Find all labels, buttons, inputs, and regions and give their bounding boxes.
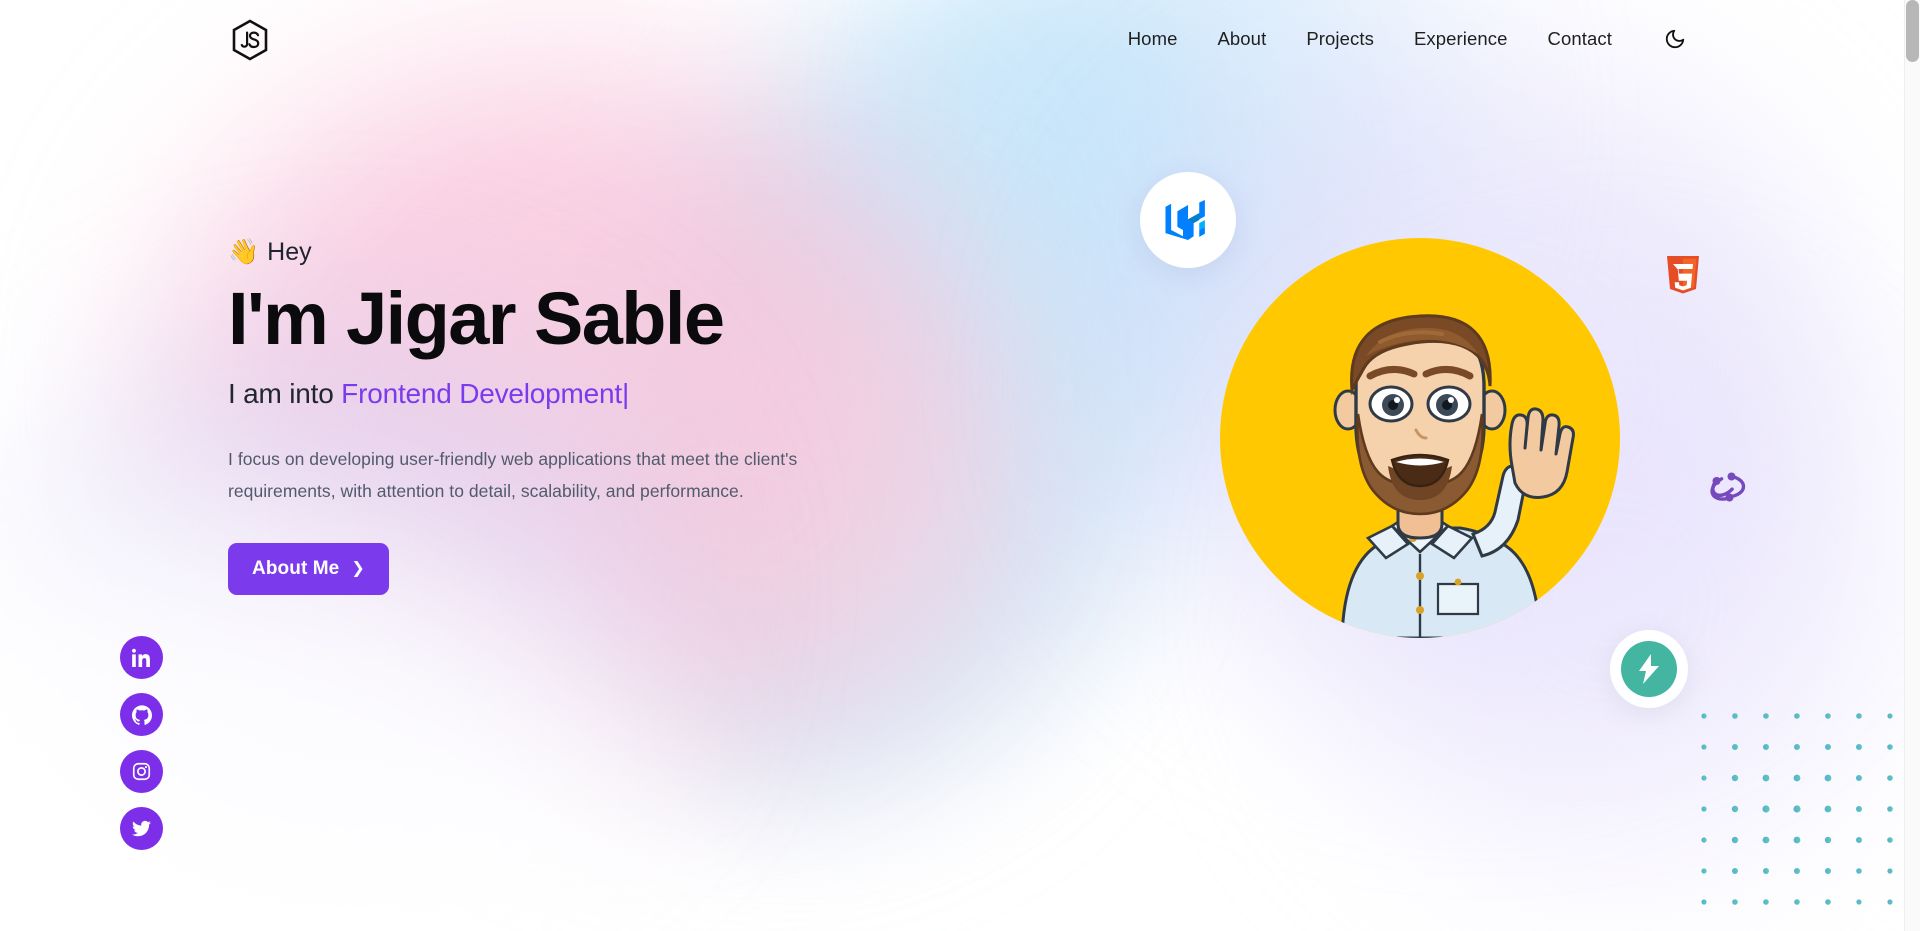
nav-link-contact[interactable]: Contact — [1528, 22, 1632, 56]
nav-link-projects[interactable]: Projects — [1286, 22, 1394, 56]
badge-html5[interactable] — [1664, 256, 1702, 300]
hero-description: I focus on developing user-friendly web … — [228, 449, 798, 501]
moon-icon — [1665, 29, 1685, 49]
avatar — [1220, 238, 1620, 638]
scrollbar-track[interactable] — [1904, 0, 1920, 931]
hero-role-prefix: I am into — [228, 378, 342, 410]
about-me-button[interactable]: About Me ❯ — [228, 542, 389, 595]
social-link-instagram[interactable] — [120, 750, 163, 793]
hero-section: 👋 Hey I'm Jigar Sable I am into Frontend… — [228, 238, 908, 595]
avatar-circle — [1220, 238, 1620, 638]
avatar-bitmoji-icon — [1333, 314, 1575, 638]
nav-link-about[interactable]: About — [1197, 22, 1286, 56]
lightning-bolt-icon — [1639, 654, 1659, 684]
social-link-twitter[interactable] — [120, 807, 163, 850]
github-icon — [131, 704, 152, 725]
badge-material-ui[interactable] — [1140, 172, 1236, 268]
js-hexagon-logo[interactable] — [228, 18, 272, 62]
dot-grid-icon — [1701, 713, 1893, 905]
page-title: I'm Jigar Sable — [228, 277, 725, 360]
hero-role-accent: Frontend Development — [341, 378, 622, 410]
twitter-icon — [132, 820, 151, 837]
waving-hand-icon: 👋 — [228, 238, 260, 266]
bolt-disc — [1621, 641, 1677, 697]
hero-role-line: I am into Frontend Development| — [228, 378, 908, 410]
nav-link-experience[interactable]: Experience — [1394, 22, 1528, 56]
js-hexagon-icon — [232, 19, 268, 61]
page-root: Home About Projects Experience Contact 👋… — [0, 0, 1904, 931]
instagram-icon — [132, 762, 151, 781]
html5-icon — [1667, 256, 1699, 294]
linkedin-icon — [132, 648, 150, 667]
social-rail — [120, 636, 163, 850]
nav-link-home[interactable]: Home — [1108, 22, 1198, 56]
hero-greeting-text: Hey — [267, 238, 312, 266]
hero-greeting: 👋 Hey — [228, 238, 908, 267]
chevron-right-icon: ❯ — [351, 559, 365, 577]
dot-grid-decoration — [1700, 712, 1904, 917]
about-me-button-label: About Me — [252, 557, 340, 579]
badge-redux[interactable] — [1700, 460, 1752, 512]
scrollbar-thumb[interactable] — [1906, 0, 1919, 62]
material-ui-icon — [1165, 200, 1205, 240]
badge-bolt[interactable] — [1610, 630, 1688, 708]
redux-icon — [1710, 472, 1746, 502]
social-link-linkedin[interactable] — [120, 636, 163, 679]
typing-caret: | — [622, 378, 630, 410]
primary-nav: Home About Projects Experience Contact — [1108, 0, 1692, 78]
social-link-github[interactable] — [120, 693, 163, 736]
site-header: Home About Projects Experience Contact — [0, 0, 1904, 78]
theme-toggle-button[interactable] — [1658, 22, 1692, 56]
